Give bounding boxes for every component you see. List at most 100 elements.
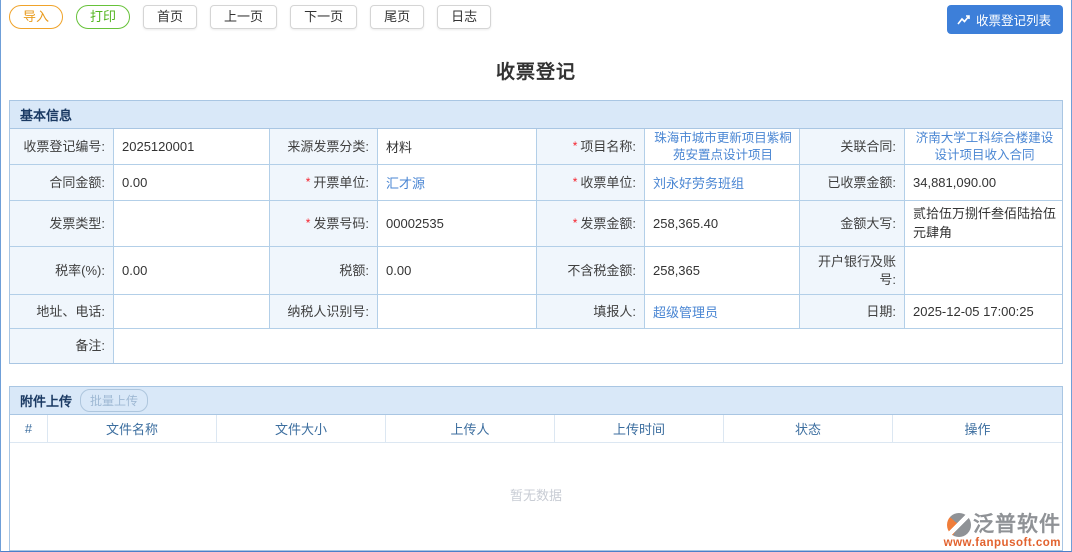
col-uploader: 上传人 — [386, 415, 555, 442]
field-label-address-phone: 地址、电话: — [10, 295, 114, 329]
receipt-list-button[interactable]: 收票登记列表 — [947, 5, 1063, 34]
field-value-invoice-unit[interactable]: 汇才源 — [378, 165, 537, 201]
required-mark: * — [573, 215, 578, 231]
field-value-project-name[interactable]: 珠海市城市更新项目紫桐苑安置点设计项目 — [645, 129, 800, 165]
col-upload-time: 上传时间 — [555, 415, 724, 442]
print-button[interactable]: 打印 — [76, 5, 130, 29]
vendor-brand-text: 泛普软件 — [973, 514, 1061, 536]
attachments-table-header: # 文件名称 文件大小 上传人 上传时间 状态 操作 — [10, 415, 1062, 443]
field-value-amount-caps: 贰拾伍万捌仟叁佰陆拾伍元肆角 — [905, 201, 1062, 247]
required-mark: * — [306, 174, 311, 190]
basic-info-panel: 基本信息 收票登记编号: 2025120001 来源发票分类: 材料 *项目名称… — [9, 100, 1063, 364]
first-page-button[interactable]: 首页 — [143, 5, 197, 29]
field-label-tax-rate: 税率(%): — [10, 247, 114, 295]
vendor-url-text: www.fanpusoft.com — [944, 537, 1061, 549]
field-value-received-amount[interactable]: 34,881,090.00 — [905, 165, 1062, 201]
label-text: 金额大写: — [840, 215, 896, 233]
trend-arrow-icon — [957, 14, 971, 26]
label-text: 开票单位: — [313, 174, 369, 192]
field-label-project-name: *项目名称: — [537, 129, 645, 165]
label-text: 纳税人识别号: — [287, 303, 369, 321]
required-mark: * — [573, 174, 578, 190]
label-text: 收票登记编号: — [23, 138, 105, 156]
attachments-title: 附件上传 — [20, 391, 72, 410]
field-value-receipt-no[interactable]: 2025120001 — [114, 129, 270, 165]
attachments-panel: 附件上传 批量上传 # 文件名称 文件大小 上传人 上传时间 状态 操作 暂无数… — [9, 386, 1063, 551]
page: 导入 打印 首页 上一页 下一页 尾页 日志 收票登记列表 收票登记 基本信息 … — [0, 0, 1072, 552]
required-mark: * — [306, 215, 311, 231]
basic-info-header: 基本信息 — [10, 101, 1062, 129]
label-text: 关联合同: — [840, 138, 896, 156]
col-status: 状态 — [724, 415, 893, 442]
field-value-tax-rate[interactable]: 0.00 — [114, 247, 270, 295]
label-text: 备注: — [75, 337, 105, 355]
label-text: 来源发票分类: — [287, 138, 369, 156]
log-button[interactable]: 日志 — [437, 5, 491, 29]
label-text: 税额: — [339, 262, 369, 280]
field-value-date[interactable]: 2025-12-05 17:00:25 — [905, 295, 1062, 329]
field-label-filler: 填报人: — [537, 295, 645, 329]
field-label-receipt-no: 收票登记编号: — [10, 129, 114, 165]
field-label-remark: 备注: — [10, 329, 114, 363]
field-label-related-contract: 关联合同: — [800, 129, 905, 165]
page-title: 收票登记 — [1, 57, 1071, 84]
attachments-table-body: 暂无数据 — [10, 443, 1062, 550]
label-text: 发票类型: — [49, 215, 105, 233]
col-file-name: 文件名称 — [48, 415, 217, 442]
batch-upload-button[interactable]: 批量上传 — [80, 389, 148, 412]
field-value-remark[interactable] — [114, 329, 1062, 363]
receive-unit-link[interactable]: 刘永好劳务班组 — [653, 173, 744, 192]
field-label-amount-caps: 金额大写: — [800, 201, 905, 247]
field-value-invoice-no[interactable]: 00002535 — [378, 201, 537, 247]
label-text: 日期: — [866, 303, 896, 321]
field-label-invoice-type: 发票类型: — [10, 201, 114, 247]
label-text: 收票单位: — [580, 174, 636, 192]
label-text: 发票金额: — [580, 215, 636, 233]
field-value-filler[interactable]: 超级管理员 — [645, 295, 800, 329]
receipt-list-button-label: 收票登记列表 — [976, 10, 1051, 29]
label-text: 填报人: — [593, 303, 636, 321]
next-page-button[interactable]: 下一页 — [290, 5, 357, 29]
filler-link[interactable]: 超级管理员 — [653, 302, 718, 321]
field-label-invoice-amount: *发票金额: — [537, 201, 645, 247]
basic-info-grid: 收票登记编号: 2025120001 来源发票分类: 材料 *项目名称: 珠海市… — [10, 129, 1062, 363]
field-label-source-type: 来源发票分类: — [270, 129, 378, 165]
label-text: 不含税金额: — [567, 262, 636, 280]
field-value-amount-excl-tax[interactable]: 258,365 — [645, 247, 800, 295]
field-value-taxpayer-id[interactable] — [378, 295, 537, 329]
label-text: 地址、电话: — [36, 303, 105, 321]
col-file-size: 文件大小 — [217, 415, 386, 442]
field-value-address-phone[interactable] — [114, 295, 270, 329]
field-value-contract-amount[interactable]: 0.00 — [114, 165, 270, 201]
field-value-related-contract[interactable]: 济南大学工科综合楼建设设计项目收入合同 — [905, 129, 1062, 165]
label-text: 合同金额: — [49, 174, 105, 192]
field-label-receive-unit: *收票单位: — [537, 165, 645, 201]
field-value-bank-account[interactable] — [905, 247, 1062, 295]
col-actions: 操作 — [893, 415, 1062, 442]
empty-data-text: 暂无数据 — [10, 485, 1062, 504]
vendor-logo-icon — [947, 513, 971, 537]
label-text: 开户银行及账号: — [804, 253, 896, 288]
label-text: 税率(%): — [55, 262, 105, 280]
col-index: # — [10, 415, 48, 442]
label-text: 项目名称: — [580, 138, 636, 156]
import-button[interactable]: 导入 — [9, 5, 63, 29]
contract-link[interactable]: 济南大学工科综合楼建设设计项目收入合同 — [913, 130, 1056, 163]
project-link[interactable]: 珠海市城市更新项目紫桐苑安置点设计项目 — [653, 130, 793, 163]
label-text: 已收票金额: — [827, 174, 896, 192]
field-value-invoice-type[interactable] — [114, 201, 270, 247]
field-label-tax-amount: 税额: — [270, 247, 378, 295]
field-value-tax-amount[interactable]: 0.00 — [378, 247, 537, 295]
field-label-contract-amount: 合同金额: — [10, 165, 114, 201]
invoice-unit-link[interactable]: 汇才源 — [386, 173, 425, 192]
field-value-source-type[interactable]: 材料 — [378, 129, 537, 165]
toolbar: 导入 打印 首页 上一页 下一页 尾页 日志 收票登记列表 — [1, 0, 1071, 33]
prev-page-button[interactable]: 上一页 — [210, 5, 277, 29]
field-value-invoice-amount[interactable]: 258,365.40 — [645, 201, 800, 247]
field-label-bank-account: 开户银行及账号: — [800, 247, 905, 295]
basic-info-title: 基本信息 — [20, 105, 72, 124]
field-value-receive-unit[interactable]: 刘永好劳务班组 — [645, 165, 800, 201]
tail-page-button[interactable]: 尾页 — [370, 5, 424, 29]
required-mark: * — [573, 138, 578, 154]
attachments-header: 附件上传 批量上传 — [10, 387, 1062, 415]
